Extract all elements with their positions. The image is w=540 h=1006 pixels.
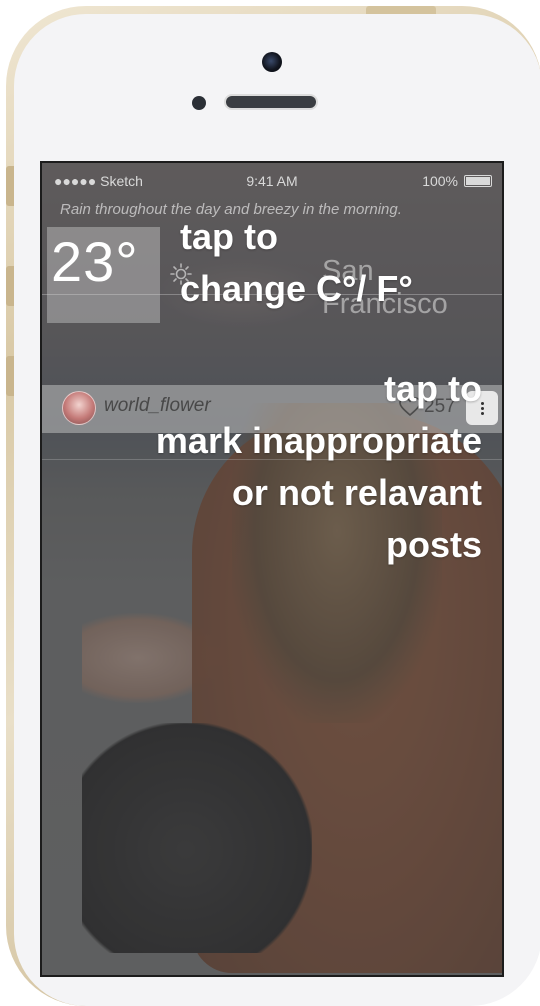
temperature-value[interactable]: 23° [51,229,139,294]
avatar[interactable] [62,391,96,425]
power-button [366,6,436,14]
more-hint-line-1: tap to [384,368,482,409]
app-screen: ●●●●● Sketch 9:41 AM 100% Rain throughou… [40,161,504,977]
more-hint-line-3: or not relavant [231,472,482,513]
earpiece-speaker [226,96,316,108]
battery-indicator: 100% [422,173,492,189]
status-bar: ●●●●● Sketch 9:41 AM 100% [42,173,502,193]
more-options-hint: tap to mark inappropriate or not relavan… [156,363,482,571]
temperature-hint-line-1: tap to [180,216,278,257]
temperature-hint: tap to change C°/ F° [180,211,413,315]
volume-down-button [6,356,14,396]
front-camera [262,52,282,72]
more-hint-line-4: posts [385,524,482,565]
volume-up-button [6,266,14,306]
more-hint-line-2: mark inappropriate [155,420,482,461]
temperature-hint-line-2: change C°/ F° [180,268,413,309]
proximity-sensor [192,96,206,110]
mute-switch [6,166,14,206]
battery-icon [464,175,492,187]
battery-percent: 100% [422,173,458,189]
